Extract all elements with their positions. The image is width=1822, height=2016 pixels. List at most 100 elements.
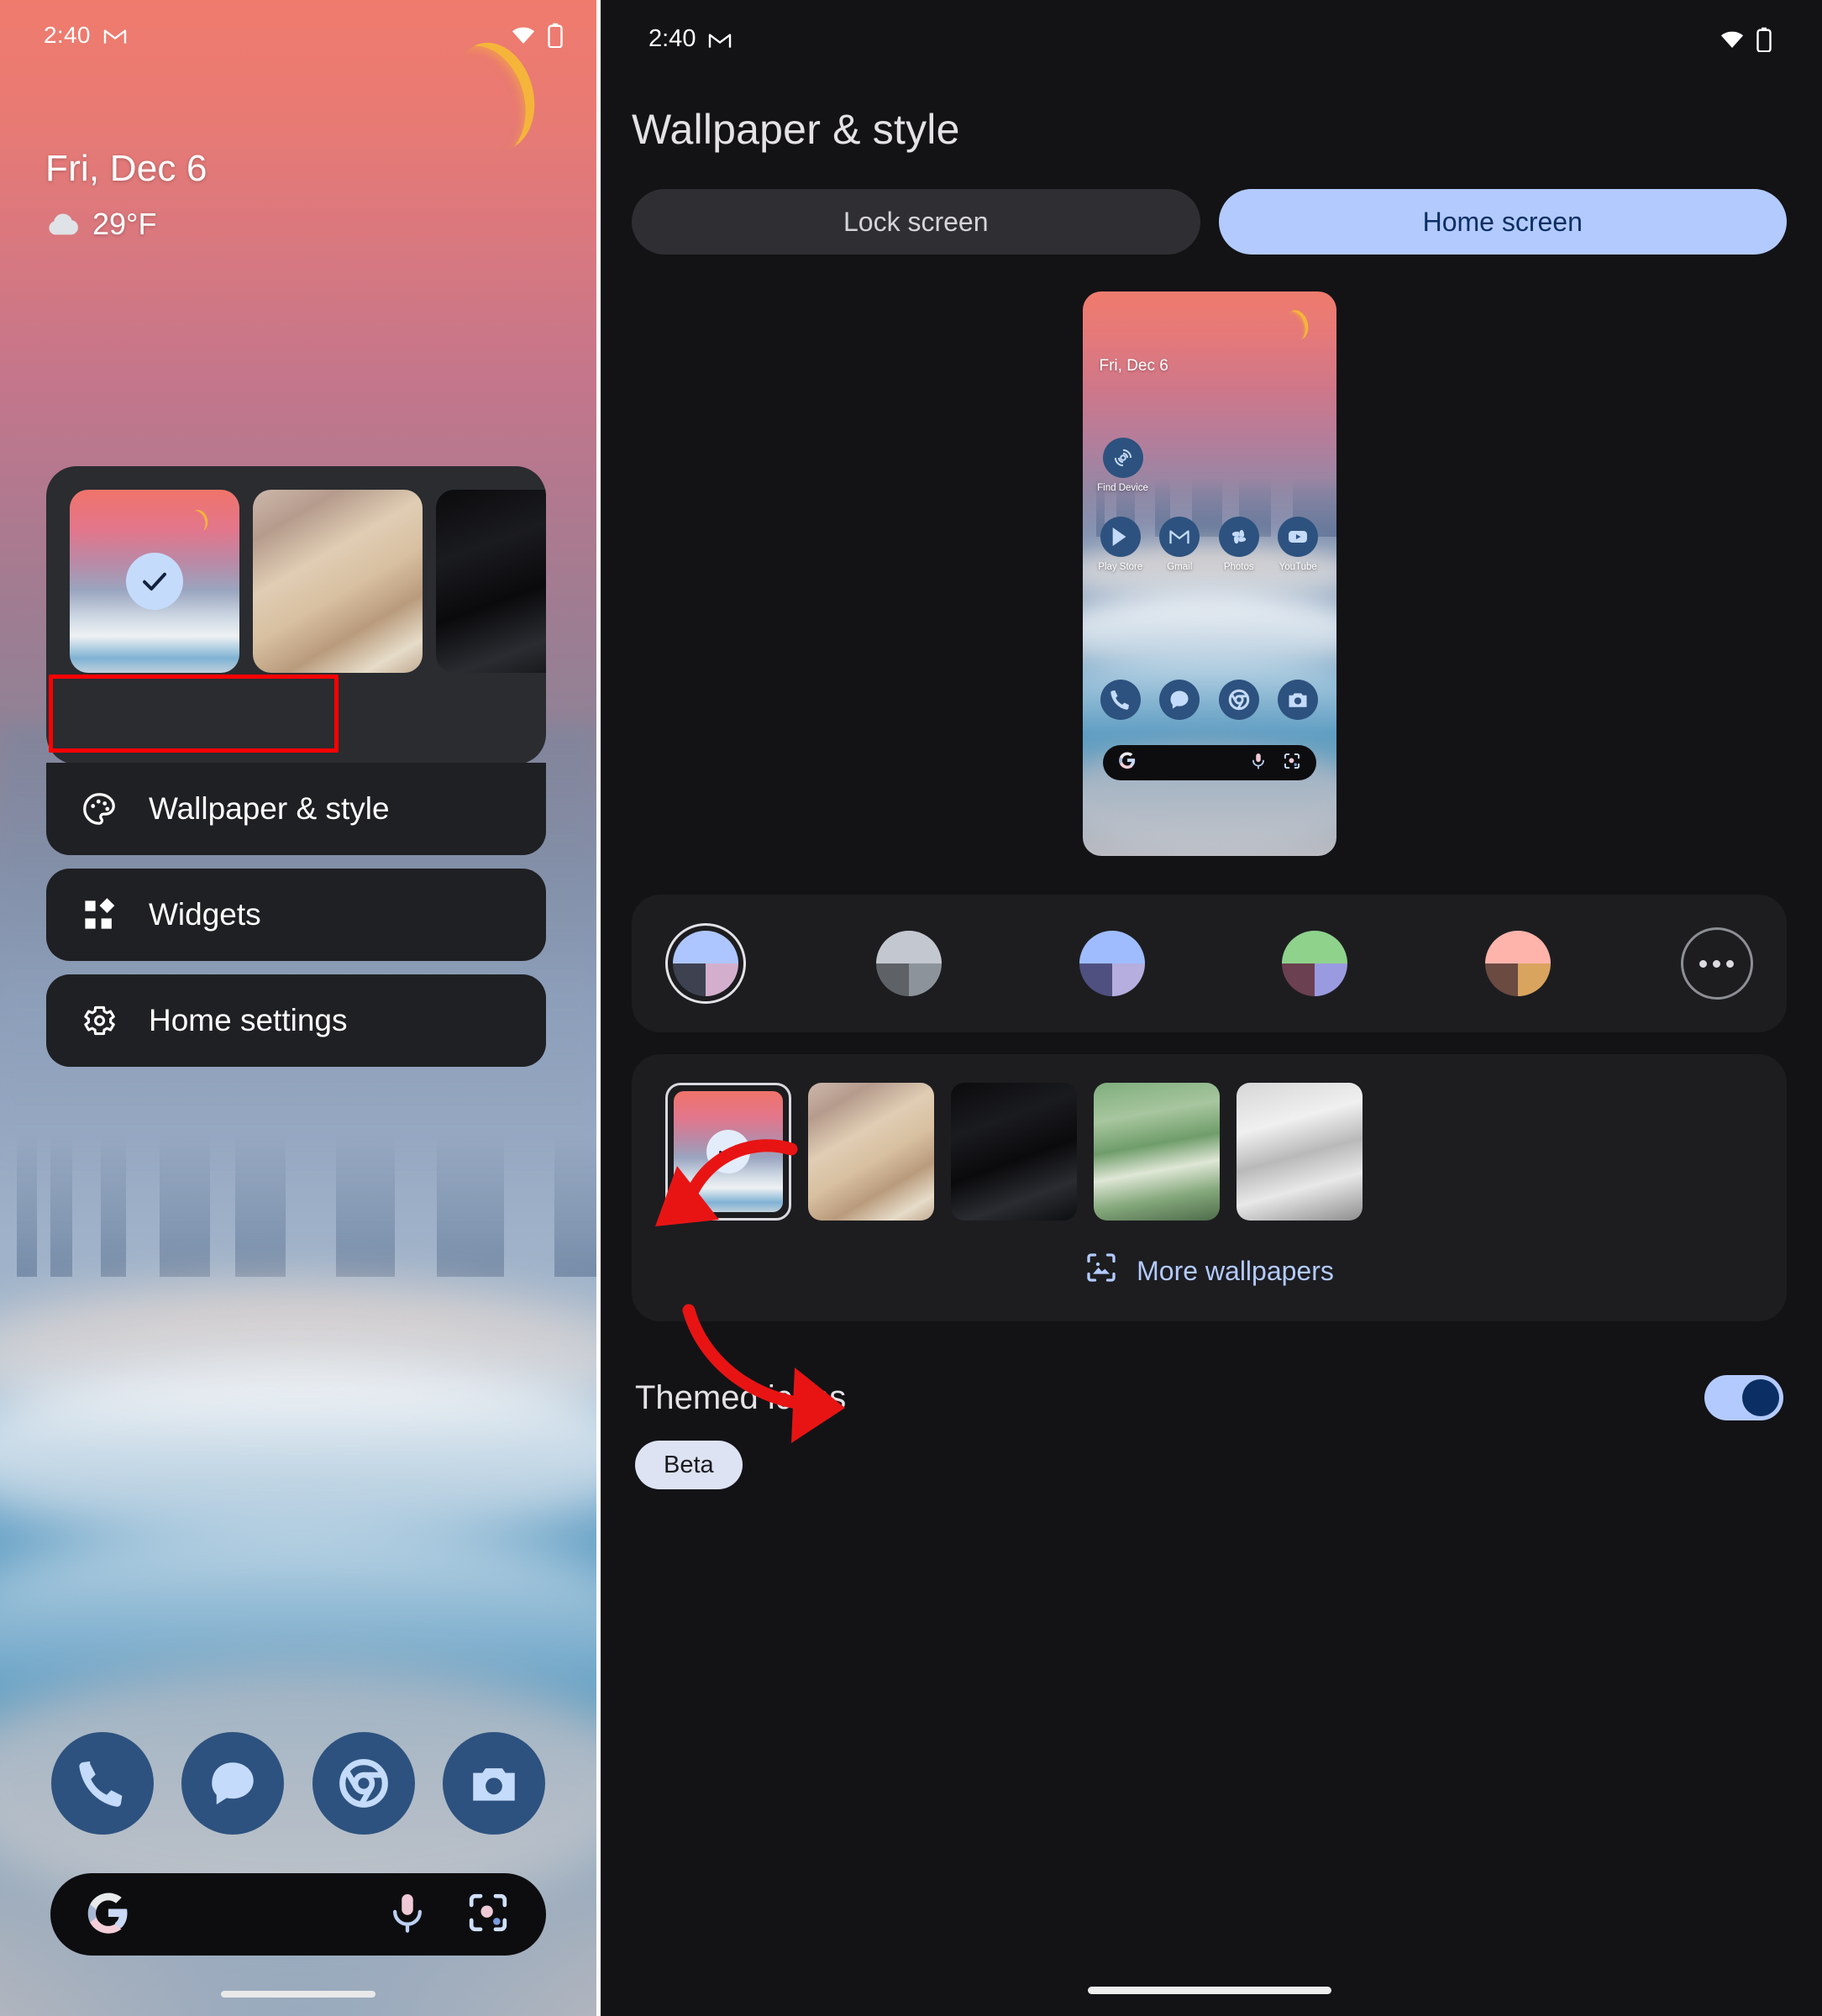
cloud-icon	[49, 213, 78, 235]
chrome-icon[interactable]	[1218, 680, 1259, 720]
color-swatch-blue-pink[interactable]	[665, 923, 746, 1004]
clock-label: 2:40	[44, 22, 91, 48]
city-skyline	[0, 1134, 596, 1277]
themed-icons-label: Themed icons	[635, 1378, 847, 1416]
microphone-icon[interactable]	[385, 1890, 430, 1940]
preview-app-find-device[interactable]: Find Device	[1096, 438, 1150, 493]
gesture-nav-bar[interactable]	[221, 1991, 375, 1998]
preview-app-play-store[interactable]: Play Store	[1093, 517, 1148, 572]
wallpaper-thumb-black-mineral[interactable]	[436, 490, 546, 673]
camera-icon[interactable]	[1278, 680, 1319, 720]
home-screen-preview-wrapper: Fri, Dec 6 Find Device Play Store Gmail …	[596, 291, 1822, 856]
temperature-label: 29°F	[92, 207, 157, 241]
more-wallpapers-button[interactable]: More wallpapers	[657, 1251, 1762, 1299]
battery-icon	[1756, 27, 1772, 52]
home-screen-panel: 2:40 Fri, Dec 6 29°F Wallpaper & style W…	[0, 0, 596, 2016]
wallpaper-card-grey-mineral[interactable]	[1237, 1083, 1363, 1221]
tab-label: Lock screen	[843, 206, 989, 237]
microphone-icon[interactable]	[1249, 752, 1268, 774]
themed-icons-toggle[interactable]	[1704, 1375, 1783, 1420]
status-bar-left: 2:40	[648, 25, 732, 53]
menu-item-label: Wallpaper & style	[149, 791, 390, 826]
preview-app-photos[interactable]: Photos	[1211, 517, 1267, 572]
wallpaper-thumb-sunset[interactable]	[70, 490, 239, 673]
three-dots-icon	[1699, 959, 1708, 968]
preview-app-label: Find Device	[1097, 483, 1148, 493]
home-screen-preview[interactable]: Fri, Dec 6 Find Device Play Store Gmail …	[1082, 291, 1336, 856]
wallpaper-style-settings-panel: 2:40 Wallpaper & style Lock screen Home …	[596, 0, 1822, 2016]
image-frame-icon	[1084, 1251, 1118, 1291]
panel-divider	[596, 0, 601, 2016]
more-wallpapers-label: More wallpapers	[1137, 1255, 1334, 1286]
color-swatch-grey[interactable]	[869, 923, 949, 1004]
color-swatch-green[interactable]	[1274, 923, 1355, 1004]
clock-label: 2:40	[648, 25, 696, 52]
crescent-moon-icon	[188, 508, 210, 533]
screenshot-root: 2:40 Fri, Dec 6 29°F Wallpaper & style W…	[0, 0, 1822, 2016]
toggle-knob	[1742, 1379, 1779, 1416]
status-badge: Beta	[635, 1441, 743, 1489]
date-label: Fri, Dec 6	[45, 148, 207, 189]
play-store-icon	[1100, 517, 1141, 557]
menu-item-label: Home settings	[149, 1003, 348, 1037]
weather-row: 29°F	[45, 207, 207, 242]
menu-item-wallpaper-and-style[interactable]: Wallpaper & style	[46, 763, 546, 855]
tab-home-screen[interactable]: Home screen	[1218, 189, 1787, 255]
wifi-icon	[512, 27, 535, 44]
preview-app-gmail[interactable]: Gmail	[1152, 517, 1207, 572]
wallpapers-panel: More wallpapers	[632, 1054, 1787, 1321]
wallpaper-card-green-crystal[interactable]	[1094, 1083, 1220, 1221]
google-lens-icon[interactable]	[1283, 752, 1301, 774]
wallpaper-card-black-mineral[interactable]	[951, 1083, 1077, 1221]
color-swatch-pink[interactable]	[1478, 923, 1558, 1004]
wallpaper-card-sunset-selected[interactable]	[665, 1083, 791, 1221]
status-bar-right	[511, 23, 563, 48]
preview-app-youtube[interactable]: YouTube	[1270, 517, 1326, 572]
palette-icon	[80, 790, 118, 828]
phone-icon[interactable]	[50, 1732, 154, 1835]
swatch-quadrants	[1485, 931, 1552, 996]
color-swatch-blue[interactable]	[1072, 923, 1153, 1004]
chrome-icon[interactable]	[312, 1732, 415, 1835]
phone-icon[interactable]	[1100, 680, 1141, 720]
gmail-icon	[709, 33, 732, 48]
screen-tabs: Lock screen Home screen	[596, 154, 1822, 255]
selected-check-badge	[126, 553, 183, 610]
camera-icon[interactable]	[443, 1732, 546, 1835]
preview-dock	[1091, 680, 1328, 720]
color-swatches-panel	[632, 895, 1787, 1032]
google-lens-icon[interactable]	[465, 1890, 511, 1940]
wifi-icon	[1720, 31, 1744, 48]
preview-date-label: Fri, Dec 6	[1099, 357, 1168, 375]
preview-app-row: Play Store Gmail Photos YouTube	[1091, 517, 1328, 572]
find-device-icon	[1102, 438, 1143, 478]
menu-item-label: Widgets	[149, 897, 261, 932]
google-search-bar[interactable]	[50, 1873, 546, 1956]
tab-label: Home screen	[1422, 206, 1583, 237]
tab-lock-screen[interactable]: Lock screen	[632, 189, 1200, 255]
long-press-popup-menu: Wallpaper & style Widgets Home settings	[46, 466, 546, 1067]
date-weather-widget[interactable]: Fri, Dec 6 29°F	[45, 148, 207, 242]
preview-app-label: Play Store	[1098, 562, 1143, 572]
messages-icon[interactable]	[181, 1732, 285, 1835]
swatch-quadrants	[875, 931, 942, 996]
wallpaper-card-crystal-beige[interactable]	[808, 1083, 934, 1221]
preview-search-bar[interactable]	[1102, 745, 1316, 780]
swatch-quadrants	[1282, 931, 1348, 996]
menu-item-home-settings[interactable]: Home settings	[46, 974, 546, 1067]
google-g-icon	[1118, 751, 1137, 774]
menu-item-widgets[interactable]: Widgets	[46, 869, 546, 961]
wallpaper-thumb-crystal-beige[interactable]	[253, 490, 423, 673]
wallpaper-thumbnail-strip[interactable]	[46, 466, 546, 764]
widgets-icon	[80, 895, 118, 934]
gesture-nav-bar[interactable]	[1087, 1987, 1331, 1994]
themed-icons-row: Themed icons	[596, 1321, 1822, 1420]
wallpaper-thumb-sunset	[674, 1091, 783, 1212]
messages-icon[interactable]	[1159, 680, 1200, 720]
selected-check-badge	[706, 1130, 750, 1173]
gear-icon	[80, 1001, 118, 1040]
swatch-quadrants	[673, 931, 738, 996]
preview-search-actions	[1249, 752, 1301, 774]
preview-app-label: Gmail	[1167, 562, 1193, 572]
more-colors-button[interactable]	[1680, 927, 1753, 1000]
